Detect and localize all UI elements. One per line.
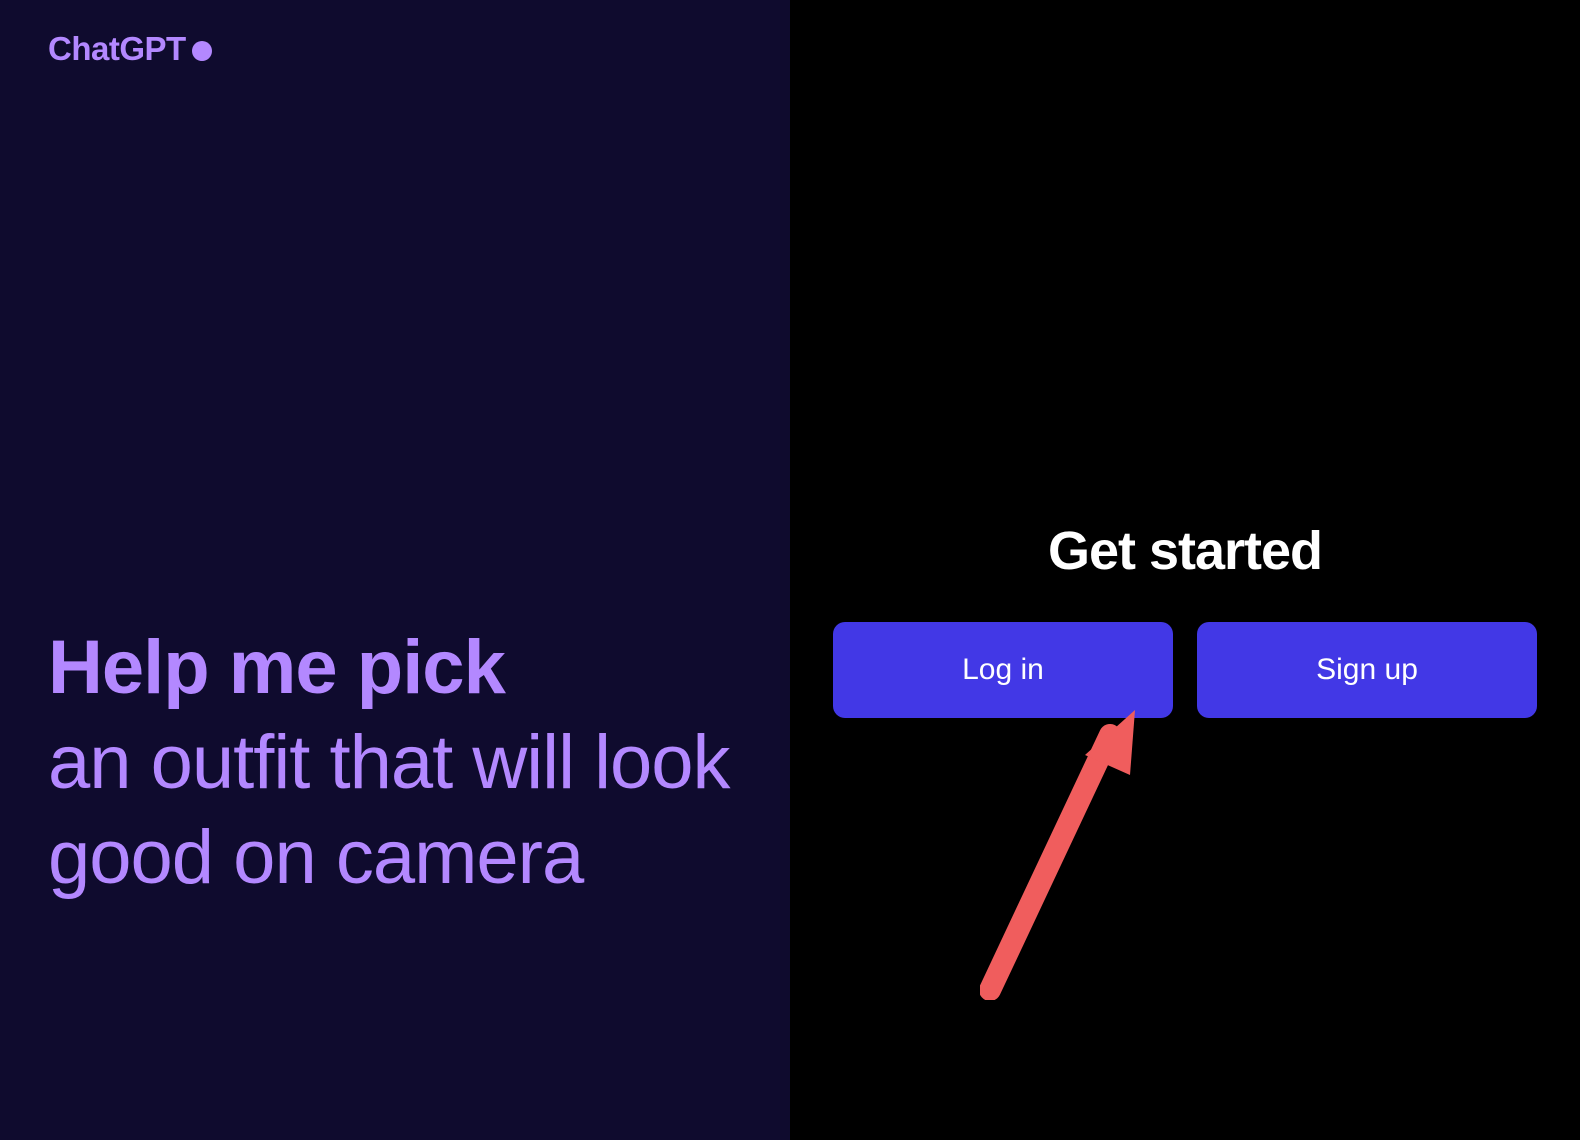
example-prompt: Help me pick an outfit that will look go… [48, 620, 730, 905]
auth-buttons-row: Log in Sign up [833, 622, 1537, 718]
left-marketing-panel: ChatGPT Help me pick an outfit that will… [0, 0, 790, 1140]
logo: ChatGPT [48, 30, 742, 68]
annotation-arrow-icon [980, 710, 1140, 1000]
login-button[interactable]: Log in [833, 622, 1173, 718]
get-started-heading: Get started [1048, 520, 1322, 582]
signup-button[interactable]: Sign up [1197, 622, 1537, 718]
logo-text: ChatGPT [48, 30, 186, 68]
logo-dot-icon [192, 41, 212, 61]
prompt-heading: Help me pick [48, 620, 730, 715]
auth-panel: Get started Log in Sign up [790, 0, 1580, 1140]
prompt-body: an outfit that will look good on camera [48, 715, 730, 905]
